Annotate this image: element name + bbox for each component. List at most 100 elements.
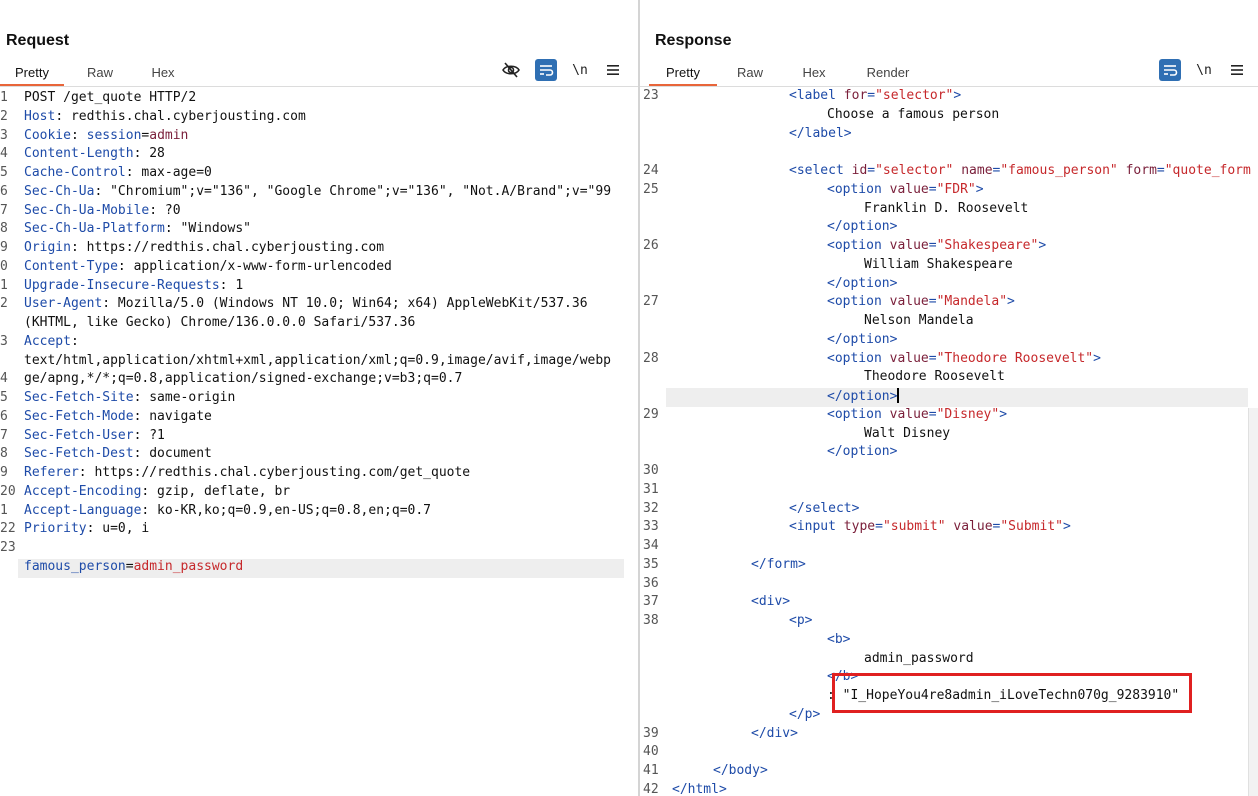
response-line: <p> (789, 613, 812, 628)
response-tab-divider (640, 86, 1258, 87)
header-value: Mozilla/5.0 (Windows NT 10.0; Win64; x64… (110, 296, 588, 312)
response-tab-raw[interactable]: Raw (717, 62, 783, 86)
hide-nonprinting-button[interactable] (500, 59, 522, 81)
request-line: (KHTML, like Gecko) Chrome/136.0.0.0 Saf… (24, 315, 415, 330)
line-number: 2 (0, 296, 8, 312)
html-tag: = (875, 519, 883, 535)
colon: : (117, 258, 126, 274)
response-scrollbar[interactable] (1248, 408, 1258, 796)
html-attribute: value (889, 238, 929, 253)
text-content: William Shakespeare (864, 256, 1013, 272)
response-line: </option> (827, 219, 897, 234)
request-editor[interactable]: 1 POST /get_quote HTTP/2 2 Host: redthis.ch… (0, 88, 638, 796)
current-line-highlight (666, 388, 1248, 407)
request-line: Cookie: session=admin (24, 128, 188, 143)
attribute-value: "Disney" (936, 406, 1000, 422)
request-tab-hex[interactable]: Hex (136, 62, 190, 86)
show-newlines-button[interactable]: \n (569, 59, 591, 81)
html-attribute: value (889, 406, 929, 422)
response-line: </option> (827, 444, 897, 459)
request-line: famous_person=admin_password (24, 559, 243, 574)
header-name: Sec-Ch-Ua-Platform (24, 221, 165, 237)
response-line: </select> (789, 501, 859, 516)
request-menu-button[interactable] (602, 59, 624, 81)
html-tag: <div> (751, 594, 791, 610)
header-value: redthis.chal.cyberjousting.com (63, 108, 306, 124)
header-name: User-Agent (24, 296, 103, 312)
request-line: Upgrade-Insecure-Requests: 1 (24, 278, 243, 293)
header-value: 28 (141, 146, 165, 162)
wrap-lines-button[interactable] (535, 59, 557, 81)
response-tab-hex[interactable]: Hex (783, 62, 845, 86)
request-line: Content-Type: application/x-www-form-url… (24, 259, 392, 274)
attribute-value: "submit" (882, 519, 946, 535)
header-name: Content-Type (24, 258, 118, 274)
line-number: 4 (0, 371, 8, 387)
line-number: 35 (643, 556, 659, 572)
header-value: 1 (227, 277, 244, 293)
html-tag: > (953, 88, 962, 103)
response-line: </html> (672, 782, 727, 796)
html-tag: <b> (827, 631, 851, 647)
html-tag: <select (789, 163, 852, 178)
response-line: </option> (827, 332, 897, 347)
html-attribute: name (961, 163, 993, 178)
line-number: 7 (0, 427, 8, 443)
response-menu-button[interactable] (1226, 59, 1248, 81)
header-name: Priority (24, 521, 87, 537)
param-name: famous_person (24, 558, 126, 574)
response-tab-render[interactable]: Render (845, 62, 931, 86)
request-line: Accept-Encoding: gzip, deflate, br (24, 484, 290, 499)
request-tab-pretty[interactable]: Pretty (0, 62, 64, 87)
text-cursor (897, 388, 900, 403)
colon: : (164, 221, 173, 237)
html-tag: </html> (672, 781, 727, 796)
header-name: Accept (24, 333, 71, 349)
request-line: Sec-Ch-Ua-Mobile: ?0 (24, 203, 181, 218)
line-number: 31 (643, 481, 659, 497)
hamburger-menu-icon (607, 65, 619, 75)
response-show-newlines-button[interactable]: \n (1193, 59, 1215, 81)
line-number: 1 (0, 90, 8, 105)
header-name: Sec-Ch-Ua-Mobile (24, 202, 150, 218)
html-tag: </select> (789, 500, 860, 516)
html-tag: </option> (827, 389, 898, 404)
header-name: Sec-Fetch-Site (24, 390, 134, 405)
attribute-value: "quote_form (1164, 163, 1251, 178)
colon: : (70, 240, 79, 255)
response-line: </div> (751, 726, 798, 741)
request-line: Priority: u=0, i (24, 521, 149, 536)
html-tag: </form> (751, 556, 806, 572)
request-tabs: Pretty Raw Hex (0, 62, 190, 87)
html-tag: > (975, 181, 984, 197)
html-tag: <option (827, 350, 890, 366)
html-tag: = (928, 406, 937, 422)
request-tab-raw[interactable]: Raw (64, 62, 136, 86)
line-number: 1 (0, 277, 8, 293)
header-value: ko-KR,ko;q=0.9,en-US;q=0.8,en;q=0.7 (149, 502, 431, 518)
html-tag: <option (827, 294, 890, 310)
attribute-value: "Theodore Roosevelt" (936, 350, 1094, 366)
line-number: 1 (0, 502, 8, 518)
response-line: <option value="Shakespeare"> (827, 238, 1046, 253)
line-number: 26 (643, 238, 659, 253)
header-name: Sec-Fetch-Mode (24, 408, 134, 424)
param-value: admin_password (133, 558, 244, 574)
html-tag: = (928, 350, 937, 366)
header-name: Upgrade-Insecure-Requests (24, 277, 220, 293)
colon: : (219, 277, 228, 293)
header-name: Origin (24, 240, 71, 255)
request-line: Accept-Language: ko-KR,ko;q=0.9,en-US;q=… (24, 503, 431, 518)
colon: : (70, 127, 87, 143)
response-wrap-lines-button[interactable] (1159, 59, 1181, 81)
response-line: <select id="selector" name="famous_perso… (789, 163, 1251, 178)
html-tag: <option (827, 181, 890, 197)
response-line: Choose a famous person (827, 107, 999, 122)
line-number: 28 (643, 350, 659, 366)
html-tag: = (928, 238, 937, 253)
response-tab-pretty[interactable]: Pretty (649, 62, 717, 87)
attribute-value: "selector" (875, 163, 954, 178)
attribute-value: "Submit" (1000, 519, 1063, 535)
response-line: William Shakespeare (864, 257, 1013, 272)
html-tag: <p> (789, 613, 813, 628)
